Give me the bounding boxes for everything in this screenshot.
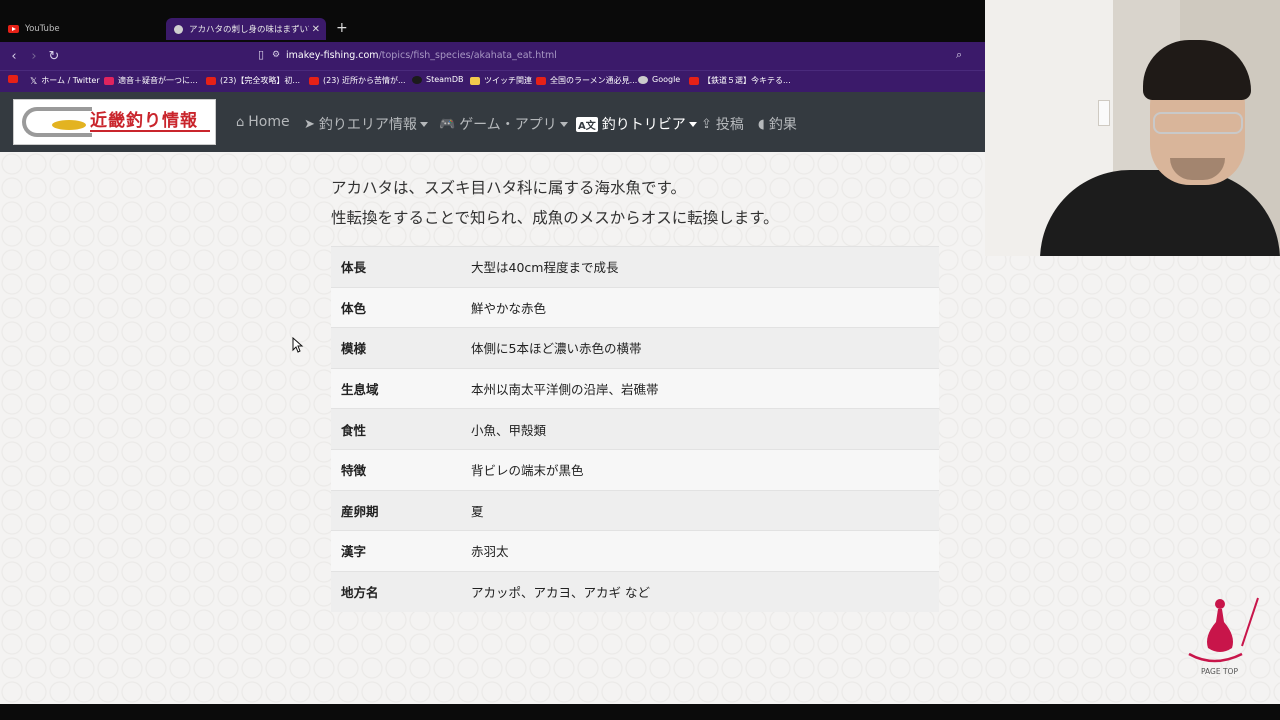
tab-akahata[interactable]: アカハタの刺し身の味はまずい？釣っ ✕ bbox=[166, 18, 326, 40]
bookmark-icon bbox=[104, 76, 114, 85]
row-value: 大型は40cm程度まで成長 bbox=[461, 246, 939, 288]
row-value: 小魚、甲殻類 bbox=[461, 408, 939, 450]
table-row: 体長 大型は40cm程度まで成長 bbox=[331, 246, 939, 288]
bookmark-item[interactable]: 【鉄道５選】今キテる... bbox=[689, 75, 791, 86]
gamepad-icon: 🎮 bbox=[439, 116, 456, 132]
bookmark-folder[interactable]: ツイッチ関連 bbox=[470, 75, 532, 86]
youtube-icon bbox=[8, 25, 19, 33]
intro-text: アカハタは、スズキ目ハタ科に属する海水魚です。 bbox=[331, 179, 686, 197]
row-key: 地方名 bbox=[331, 570, 461, 612]
bookmark-icon[interactable]: ▯ bbox=[258, 48, 264, 61]
ramen-icon bbox=[536, 76, 546, 85]
bookmark-item[interactable]: 適音＋疑音が一つに... bbox=[104, 75, 198, 86]
chevron-down-icon bbox=[688, 121, 697, 127]
bookmark-item[interactable]: (23)【完全攻略】初... bbox=[206, 75, 300, 86]
table-row: 特徴 背ビレの端末が黒色 bbox=[331, 448, 939, 491]
light-switch bbox=[1098, 100, 1110, 126]
steam-icon bbox=[412, 75, 422, 84]
site-header: 近畿釣り情報 ⌂ Home ➤ 釣りエリア情報 🎮 ゲーム・アプリ A文 釣りト… bbox=[0, 92, 985, 152]
address-bar: ‹ › ↻ ▯ ⚙ imakey-fishing.com/topics/fish… bbox=[0, 42, 985, 70]
chevron-down-icon bbox=[559, 121, 568, 127]
fish-icon: ◖ bbox=[758, 116, 765, 132]
chevron-down-icon bbox=[419, 121, 428, 127]
row-key: 生息域 bbox=[331, 367, 461, 409]
browser-tab-bar: YouTube アカハタの刺し身の味はまずい？釣っ ✕ + bbox=[0, 0, 985, 42]
nav-fishing-area[interactable]: ➤ 釣りエリア情報 bbox=[304, 114, 428, 134]
bookmarks-bar: 𝕏 ホーム / Twitter 適音＋疑音が一つに... (23)【完全攻略】初.… bbox=[0, 70, 985, 92]
row-key: 漢字 bbox=[331, 530, 461, 572]
taskbar-strip bbox=[0, 704, 1280, 720]
bookmark-item[interactable]: 𝕏 ホーム / Twitter bbox=[30, 75, 100, 87]
logo-text: 近畿釣り情報 bbox=[90, 111, 198, 131]
row-key: 模様 bbox=[331, 327, 461, 369]
site-favicon-icon bbox=[174, 24, 183, 34]
zoom-icon[interactable]: ⌕ bbox=[956, 48, 962, 62]
url-path: /topics/fish_species/akahata_eat.html bbox=[378, 50, 557, 61]
x-twitter-icon: 𝕏 bbox=[30, 76, 38, 87]
new-tab-button[interactable]: + bbox=[336, 20, 348, 36]
row-key: 体長 bbox=[331, 246, 461, 288]
back-icon[interactable]: ‹ bbox=[4, 49, 24, 64]
bookmark-item[interactable]: (23) 近所から苦情が... bbox=[309, 75, 406, 86]
nav-games-apps[interactable]: 🎮 ゲーム・アプリ bbox=[439, 114, 568, 134]
nav-fishing-trivia[interactable]: A文 釣りトリビア bbox=[576, 114, 697, 134]
logo-fish-icon bbox=[52, 120, 86, 130]
folder-icon bbox=[470, 76, 480, 85]
logo-underline bbox=[90, 130, 210, 132]
row-value: アカッポ、アカヨ、アカギ など bbox=[461, 570, 939, 612]
nav-home[interactable]: ⌂ Home bbox=[236, 114, 290, 130]
table-row: 産卵期夏 bbox=[331, 489, 939, 531]
bookmark-item[interactable]: Google bbox=[638, 75, 680, 84]
nav-post[interactable]: ⇪ 投稿 bbox=[701, 114, 744, 134]
fish-info-table: 体長 大型は40cm程度まで成長 体色 鮮やかな赤色 模様 体側に5本ほど濃い赤色の横… bbox=[331, 246, 939, 612]
webcam-overlay bbox=[985, 0, 1280, 256]
bookmark-item[interactable]: 全国のラーメン通必見... bbox=[536, 75, 637, 86]
streamer-glasses bbox=[1153, 112, 1243, 134]
forward-icon[interactable]: › bbox=[24, 49, 44, 64]
nav-catch-results[interactable]: ◖ 釣果 bbox=[758, 114, 797, 134]
row-key: 産卵期 bbox=[331, 489, 461, 531]
youtube-icon bbox=[309, 76, 319, 85]
site-info-icon[interactable]: ⚙ bbox=[272, 50, 280, 60]
row-key: 特徴 bbox=[331, 448, 461, 491]
url-host: imakey-fishing.com bbox=[286, 50, 379, 61]
table-row: 体色 鮮やかな赤色 bbox=[331, 286, 939, 328]
tab-youtube[interactable]: YouTube bbox=[8, 18, 158, 40]
table-row: 生息域 本州以南太平洋側の沿岸、岩礁帯 bbox=[331, 367, 939, 409]
close-tab-icon[interactable]: ✕ bbox=[312, 24, 320, 35]
row-value: 背ビレの端末が黒色 bbox=[461, 448, 939, 491]
intro-text: 性転換をすることで知られ、成魚のメスからオスに転換します。 bbox=[331, 209, 779, 227]
row-value: 体側に5本ほど濃い赤色の横帯 bbox=[461, 327, 939, 369]
location-arrow-icon: ➤ bbox=[304, 116, 315, 132]
table-row: 模様 体側に5本ほど濃い赤色の横帯 bbox=[331, 327, 939, 369]
page-top-label[interactable]: PAGE TOP bbox=[1201, 667, 1238, 676]
language-icon: A文 bbox=[576, 116, 598, 132]
row-key: 食性 bbox=[331, 408, 461, 450]
site-logo[interactable]: 近畿釣り情報 bbox=[13, 99, 216, 145]
row-key: 体色 bbox=[331, 286, 461, 328]
row-value: 夏 bbox=[461, 489, 939, 531]
youtube-icon bbox=[689, 76, 699, 85]
upload-icon: ⇪ bbox=[701, 116, 712, 132]
youtube-icon bbox=[8, 75, 18, 83]
table-row: 地方名 アカッポ、アカヨ、アカギ など bbox=[331, 570, 939, 612]
home-icon: ⌂ bbox=[236, 114, 245, 130]
google-icon bbox=[638, 75, 648, 84]
reload-icon[interactable]: ↻ bbox=[44, 49, 64, 64]
row-value: 本州以南太平洋側の沿岸、岩礁帯 bbox=[461, 367, 939, 409]
table-row: 漢字 赤羽太 bbox=[331, 530, 939, 572]
row-value: 鮮やかな赤色 bbox=[461, 286, 939, 328]
mouse-cursor-icon bbox=[292, 337, 304, 353]
url-field[interactable]: imakey-fishing.com/topics/fish_species/a… bbox=[286, 50, 557, 61]
tab-title: アカハタの刺し身の味はまずい？釣っ bbox=[189, 25, 309, 35]
table-row: 食性 小魚、甲殻類 bbox=[331, 408, 939, 450]
bookmark-item[interactable]: SteamDB bbox=[412, 75, 463, 84]
youtube-icon bbox=[206, 76, 216, 85]
lure-icon bbox=[1188, 597, 1259, 663]
row-value: 赤羽太 bbox=[461, 530, 939, 572]
tab-title: YouTube bbox=[25, 24, 60, 34]
bookmark-item[interactable] bbox=[8, 75, 22, 83]
